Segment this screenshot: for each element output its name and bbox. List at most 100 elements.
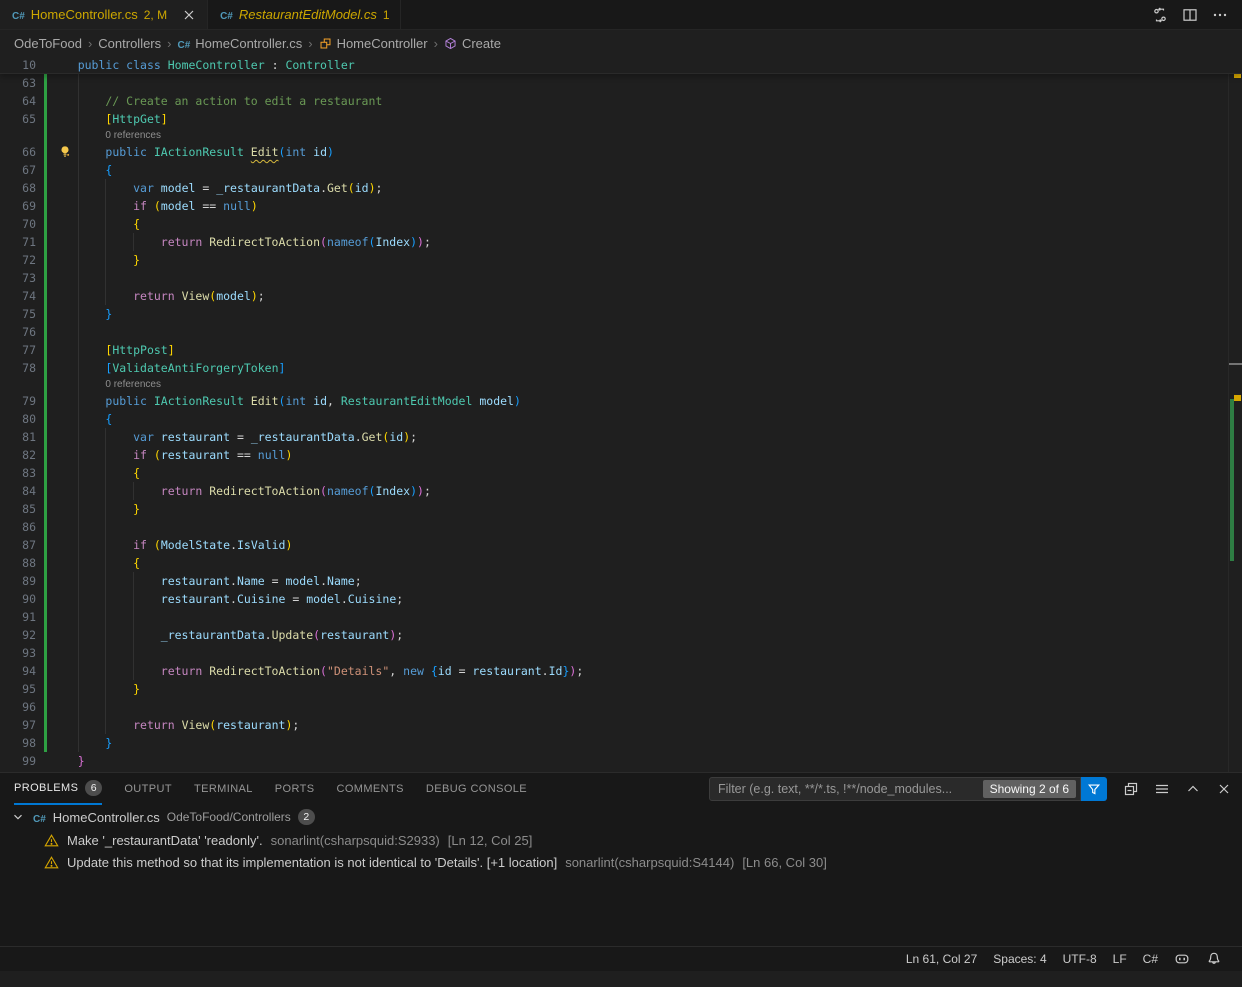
line-number[interactable]: 77	[0, 341, 36, 359]
line-number[interactable]: 97	[0, 716, 36, 734]
status-item-spaces-4[interactable]: Spaces: 4	[985, 952, 1054, 966]
code-line[interactable]: 67 {	[0, 161, 1242, 179]
close-panel-icon[interactable]	[1216, 781, 1232, 797]
sticky-scroll-line[interactable]: 10 public class HomeController : Control…	[0, 56, 1242, 74]
line-number[interactable]: 98	[0, 734, 36, 752]
line-number[interactable]: 72	[0, 251, 36, 269]
status-bell[interactable]	[1198, 951, 1230, 967]
breadcrumb-item-controllers[interactable]: Controllers	[98, 36, 161, 51]
view-as-table-icon[interactable]	[1154, 781, 1170, 797]
line-number[interactable]: 74	[0, 287, 36, 305]
line-number[interactable]: 67	[0, 161, 36, 179]
code-line[interactable]: 89 restaurant.Name = model.Name;	[0, 572, 1242, 590]
line-number[interactable]: 84	[0, 482, 36, 500]
code-line[interactable]: 68 var model = _restaurantData.Get(id);	[0, 179, 1242, 197]
line-number[interactable]: 82	[0, 446, 36, 464]
more-actions-icon[interactable]	[1212, 7, 1228, 23]
code-line[interactable]: 92 _restaurantData.Update(restaurant);	[0, 626, 1242, 644]
problem-item[interactable]: Update this method so that its implement…	[0, 851, 1242, 873]
codelens-row[interactable]: 0 references	[0, 128, 1242, 143]
code-line[interactable]: 86	[0, 518, 1242, 536]
code-line[interactable]: 82 if (restaurant == null)	[0, 446, 1242, 464]
code-line[interactable]: 88 {	[0, 554, 1242, 572]
maximize-panel-icon[interactable]	[1185, 781, 1201, 797]
code-line[interactable]: 65 [HttpGet]	[0, 110, 1242, 128]
code-line[interactable]: 79 public IActionResult Edit(int id, Res…	[0, 392, 1242, 410]
breadcrumb-item-odetofood[interactable]: OdeToFood	[14, 36, 82, 51]
code-line[interactable]: 63	[0, 74, 1242, 92]
code-line[interactable]: 78 [ValidateAntiForgeryToken]	[0, 359, 1242, 377]
status-item-utf-8[interactable]: UTF-8	[1055, 952, 1105, 966]
codelens-row[interactable]: 0 references	[0, 377, 1242, 392]
code-line[interactable]: 96	[0, 698, 1242, 716]
line-number[interactable]: 95	[0, 680, 36, 698]
breadcrumb-item-homecontroller-cs[interactable]: C#HomeController.cs	[177, 36, 302, 51]
collapse-all-icon[interactable]	[1123, 781, 1139, 797]
line-number[interactable]: 75	[0, 305, 36, 323]
panel-tab-comments[interactable]: COMMENTS	[337, 773, 404, 805]
code-line[interactable]: 90 restaurant.Cuisine = model.Cuisine;	[0, 590, 1242, 608]
code-line[interactable]: 93	[0, 644, 1242, 662]
split-editor-icon[interactable]	[1182, 7, 1198, 23]
line-number[interactable]: 10	[0, 56, 36, 74]
code-line[interactable]: 77 [HttpPost]	[0, 341, 1242, 359]
code-line[interactable]: 66 public IActionResult Edit(int id)	[0, 143, 1242, 161]
code-line[interactable]: 76	[0, 323, 1242, 341]
panel-tab-ports[interactable]: PORTS	[275, 773, 315, 805]
code-line[interactable]: 98 }	[0, 734, 1242, 752]
line-number[interactable]: 91	[0, 608, 36, 626]
panel-tab-debug-console[interactable]: DEBUG CONSOLE	[426, 773, 527, 805]
tab-close-icon[interactable]	[181, 7, 197, 23]
code-line[interactable]: 72 }	[0, 251, 1242, 269]
status-item-lf[interactable]: LF	[1105, 952, 1135, 966]
line-number[interactable]: 90	[0, 590, 36, 608]
problem-item[interactable]: Make '_restaurantData' 'readonly'.sonarl…	[0, 829, 1242, 851]
panel-tab-terminal[interactable]: TERMINAL	[194, 773, 253, 805]
filter-input[interactable]: Filter (e.g. text, **/*.ts, !**/node_mod…	[709, 777, 1081, 801]
line-number[interactable]: 87	[0, 536, 36, 554]
breadcrumb-item-homecontroller[interactable]: HomeController	[319, 36, 428, 51]
code-line[interactable]: 80 {	[0, 410, 1242, 428]
code-line[interactable]: 83 {	[0, 464, 1242, 482]
code-line[interactable]: 99 }	[0, 752, 1242, 770]
line-number[interactable]: 80	[0, 410, 36, 428]
line-number[interactable]: 88	[0, 554, 36, 572]
status-item-ln-61-col-27[interactable]: Ln 61, Col 27	[898, 952, 985, 966]
line-number[interactable]: 100	[0, 770, 36, 772]
line-number[interactable]: 70	[0, 215, 36, 233]
line-number[interactable]: 94	[0, 662, 36, 680]
code-line[interactable]: 75 }	[0, 305, 1242, 323]
line-number[interactable]: 81	[0, 428, 36, 446]
code-lines[interactable]: 6364 // Create an action to edit a resta…	[0, 74, 1242, 772]
line-number[interactable]: 86	[0, 518, 36, 536]
overview-ruler[interactable]	[1228, 56, 1242, 772]
line-number[interactable]: 79	[0, 392, 36, 410]
line-number[interactable]: 71	[0, 233, 36, 251]
code-line[interactable]: 87 if (ModelState.IsValid)	[0, 536, 1242, 554]
code-line[interactable]: 97 return View(restaurant);	[0, 716, 1242, 734]
line-number[interactable]: 66	[0, 143, 36, 161]
problems-file-group[interactable]: C#HomeController.csOdeToFood/Controllers…	[0, 805, 1242, 829]
code-line[interactable]: 70 {	[0, 215, 1242, 233]
line-number[interactable]: 64	[0, 92, 36, 110]
code-line[interactable]: 91	[0, 608, 1242, 626]
editor-tab-homecontroller-cs[interactable]: C#HomeController.cs2, M	[0, 0, 208, 29]
filter-toggle-button[interactable]	[1081, 777, 1107, 801]
code-line[interactable]: 64 // Create an action to edit a restaur…	[0, 92, 1242, 110]
panel-tab-output[interactable]: OUTPUT	[124, 773, 172, 805]
chevron-down-icon[interactable]	[10, 809, 26, 825]
code-line[interactable]: 85 }	[0, 500, 1242, 518]
line-number[interactable]: 76	[0, 323, 36, 341]
line-number[interactable]: 96	[0, 698, 36, 716]
line-number[interactable]: 83	[0, 464, 36, 482]
line-number[interactable]: 99	[0, 752, 36, 770]
status-item-c-[interactable]: C#	[1135, 952, 1166, 966]
code-line[interactable]: 74 return View(model);	[0, 287, 1242, 305]
status-copilot[interactable]	[1166, 951, 1198, 967]
panel-tab-problems[interactable]: PROBLEMS6	[14, 773, 102, 805]
code-line[interactable]: 84 return RedirectToAction(nameof(Index)…	[0, 482, 1242, 500]
code-line[interactable]: 69 if (model == null)	[0, 197, 1242, 215]
code-line[interactable]: 100}	[0, 770, 1242, 772]
code-line[interactable]: 10 public class HomeController : Control…	[0, 56, 1242, 74]
editor-tab-restauranteditmodel-cs[interactable]: C#RestaurantEditModel.cs1	[208, 0, 401, 29]
